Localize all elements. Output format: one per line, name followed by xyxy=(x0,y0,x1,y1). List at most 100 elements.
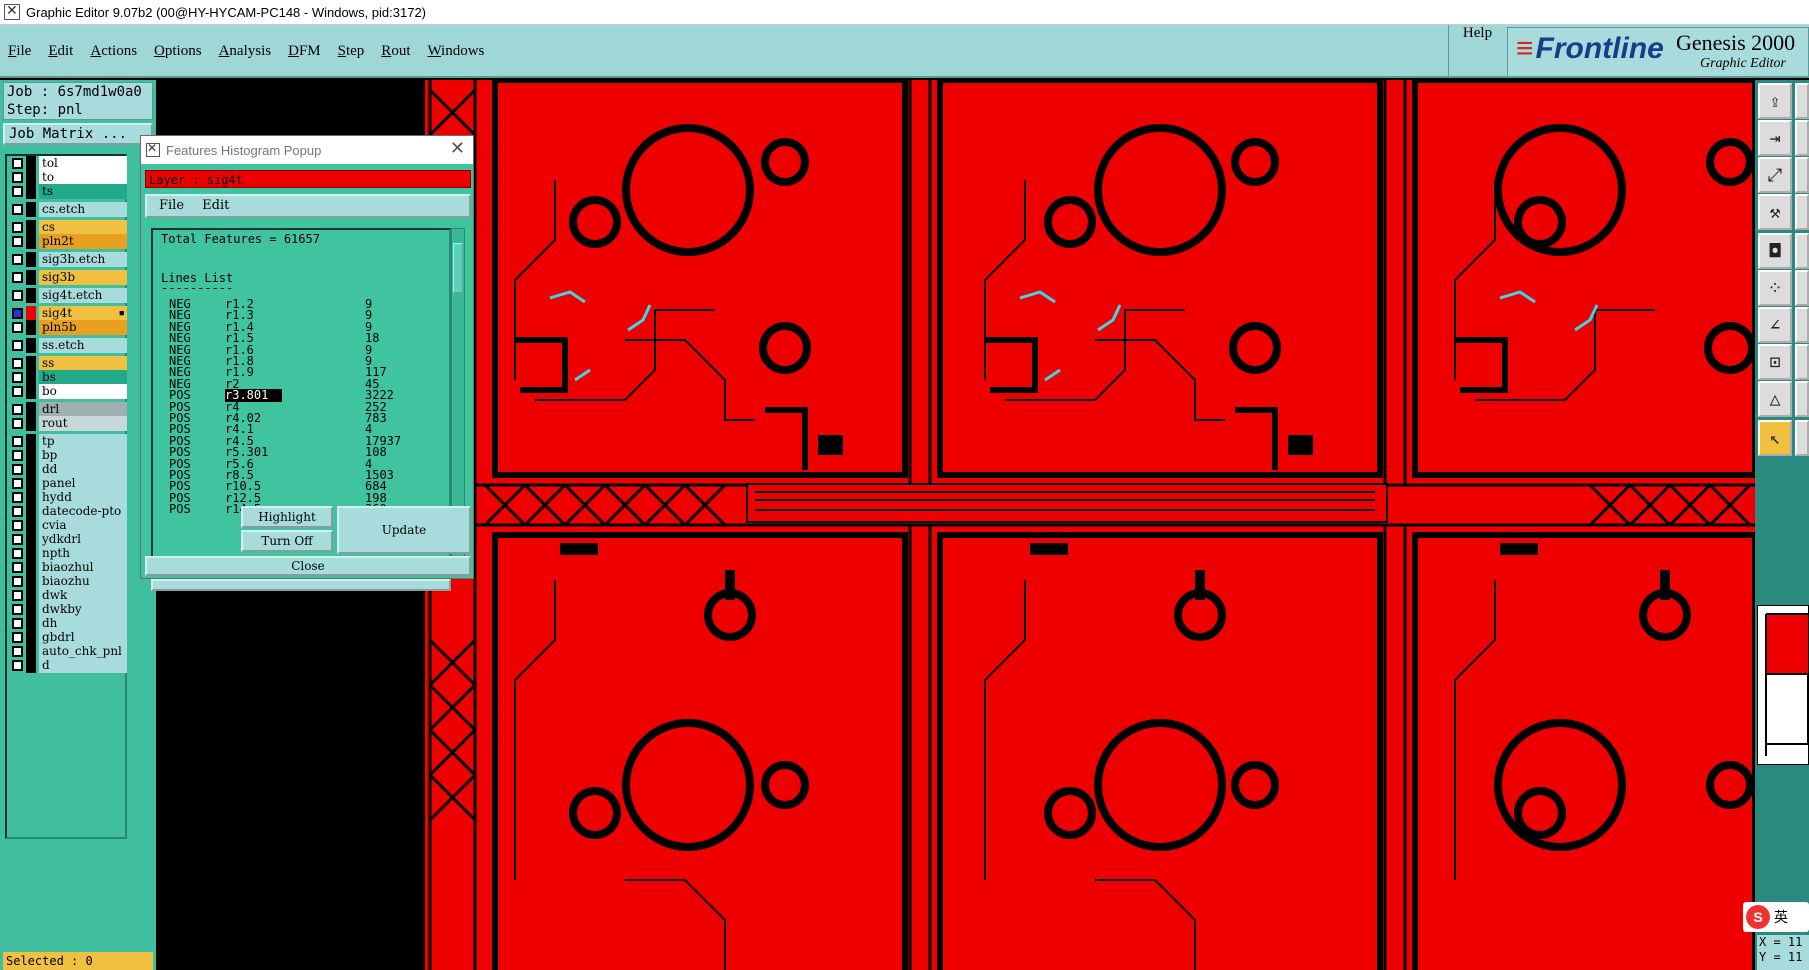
layer-checkbox[interactable] xyxy=(12,590,23,601)
layer-row-drl[interactable]: drl xyxy=(9,402,127,417)
layer-checkbox[interactable] xyxy=(12,464,23,475)
popup-menu-file[interactable]: File xyxy=(159,198,184,213)
tool-10-option[interactable] xyxy=(1795,420,1809,456)
layer-checkbox[interactable] xyxy=(12,158,23,169)
close-icon[interactable]: ✕ xyxy=(450,138,465,159)
layer-checkbox[interactable] xyxy=(12,404,23,415)
tool-1-option[interactable] xyxy=(1795,83,1809,119)
layer-checkbox[interactable] xyxy=(12,172,23,183)
layer-row-pln2t[interactable]: pln2t xyxy=(9,234,127,249)
layer-checkbox[interactable] xyxy=(12,492,23,503)
layer-checkbox[interactable] xyxy=(12,618,23,629)
tool-4-option[interactable] xyxy=(1795,194,1809,230)
layer-row-gbdrl[interactable]: gbdrl xyxy=(9,630,127,645)
layer-checkbox[interactable] xyxy=(12,548,23,559)
scroll-thumb[interactable] xyxy=(453,243,463,293)
layer-row-biaozhu[interactable]: biaozhu xyxy=(9,574,127,589)
layer-row-sig3b.etch[interactable]: sig3b.etch xyxy=(9,252,127,267)
layer-row-npth[interactable]: npth xyxy=(9,546,127,561)
tool-8-option[interactable] xyxy=(1795,344,1809,380)
tool-7-icon[interactable]: ∠ xyxy=(1758,307,1792,343)
layer-row-rout[interactable]: rout xyxy=(9,416,127,431)
layer-checkbox[interactable] xyxy=(12,562,23,573)
tool-6-icon[interactable]: ⁘ xyxy=(1758,270,1792,306)
layer-row-ts[interactable]: ts xyxy=(9,184,127,199)
tool-4-icon[interactable]: ⚒ xyxy=(1758,194,1792,230)
layer-row-ydkdrl[interactable]: ydkdrl xyxy=(9,532,127,547)
layer-checkbox[interactable] xyxy=(12,660,23,671)
graphic-canvas[interactable] xyxy=(425,80,1755,970)
layer-row-tp[interactable]: tp xyxy=(9,434,127,449)
layer-checkbox[interactable] xyxy=(12,506,23,517)
layer-row-auto_chk_pnl[interactable]: auto_chk_pnl xyxy=(9,644,127,659)
layer-checkbox[interactable] xyxy=(12,632,23,643)
menu-options[interactable]: Options xyxy=(154,43,202,60)
layer-checkbox[interactable] xyxy=(12,290,23,301)
layer-row-panel[interactable]: panel xyxy=(9,476,127,491)
layer-checkbox[interactable] xyxy=(12,222,23,233)
layer-row-to[interactable]: to xyxy=(9,170,127,185)
tool-8-icon[interactable]: ⊡ xyxy=(1758,344,1792,380)
layer-checkbox[interactable] xyxy=(12,372,23,383)
menu-edit[interactable]: Edit xyxy=(48,43,73,60)
layer-row-hydd[interactable]: hydd xyxy=(9,490,127,505)
layer-row-d[interactable]: d xyxy=(9,658,127,673)
layer-checkbox[interactable] xyxy=(12,236,23,247)
menu-dfm[interactable]: DFM xyxy=(288,43,321,60)
horizontal-scrollbar[interactable] xyxy=(151,579,451,591)
layer-checkbox[interactable] xyxy=(12,358,23,369)
menu-file[interactable]: File xyxy=(8,43,31,60)
tool-5-option[interactable] xyxy=(1795,233,1809,269)
ime-indicator[interactable]: S 英 xyxy=(1743,902,1809,932)
layer-checkbox[interactable] xyxy=(12,520,23,531)
layer-checkbox[interactable] xyxy=(12,254,23,265)
popup-titlebar[interactable]: Features Histogram Popup ✕ xyxy=(141,136,473,164)
layer-checkbox[interactable] xyxy=(12,386,23,397)
tool-1-icon[interactable]: ⇪ xyxy=(1758,83,1792,119)
tool-5-icon[interactable]: ◘ xyxy=(1758,233,1792,269)
layer-checkbox[interactable] xyxy=(12,478,23,489)
layer-row-sig4t.etch[interactable]: sig4t.etch xyxy=(9,288,127,303)
layer-checkbox[interactable] xyxy=(12,186,23,197)
menu-actions[interactable]: Actions xyxy=(90,43,137,60)
layer-row-tol[interactable]: tol xyxy=(9,156,127,171)
menu-analysis[interactable]: Analysis xyxy=(219,43,272,60)
tool-9-icon[interactable]: △ xyxy=(1758,381,1792,417)
layer-checkbox[interactable] xyxy=(12,576,23,587)
job-matrix-button[interactable]: Job Matrix ... xyxy=(3,123,153,145)
layer-row-cs.etch[interactable]: cs.etch xyxy=(9,202,127,217)
layer-row-cvia[interactable]: cvia xyxy=(9,518,127,533)
layer-row-bs[interactable]: bs xyxy=(9,370,127,385)
layer-checkbox[interactable] xyxy=(12,604,23,615)
menu-step[interactable]: Step xyxy=(338,43,365,60)
layer-row-dwkby[interactable]: dwkby xyxy=(9,602,127,617)
layer-row-dd[interactable]: dd xyxy=(9,462,127,477)
mini-map[interactable] xyxy=(1757,605,1809,765)
layer-row-ss[interactable]: ss xyxy=(9,356,127,371)
help-menu[interactable]: Help xyxy=(1448,25,1506,78)
layer-row-pln5b[interactable]: pln5b xyxy=(9,320,127,335)
tool-6-option[interactable] xyxy=(1795,270,1809,306)
highlight-button[interactable]: Highlight xyxy=(241,506,333,528)
layer-checkbox[interactable] xyxy=(12,322,23,333)
tool-10-icon[interactable]: ↖ xyxy=(1758,420,1792,456)
tool-9-option[interactable] xyxy=(1795,381,1809,417)
layer-checkbox[interactable] xyxy=(12,418,23,429)
layer-row-sig4t[interactable]: sig4t ▪ xyxy=(9,306,127,321)
layer-row-bp[interactable]: bp xyxy=(9,448,127,463)
layer-row-dwk[interactable]: dwk xyxy=(9,588,127,603)
layer-checkbox[interactable] xyxy=(12,340,23,351)
layer-checkbox[interactable] xyxy=(12,436,23,447)
tool-2-option[interactable] xyxy=(1795,120,1809,156)
layer-row-cs[interactable]: cs xyxy=(9,220,127,235)
popup-menu-edit[interactable]: Edit xyxy=(202,198,229,213)
layer-row-ss.etch[interactable]: ss.etch xyxy=(9,338,127,353)
layer-checkbox[interactable] xyxy=(12,272,23,283)
layer-row-bo[interactable]: bo xyxy=(9,384,127,399)
menu-rout[interactable]: Rout xyxy=(381,43,410,60)
layer-row-datecode-pto[interactable]: datecode-pto xyxy=(9,504,127,519)
update-button[interactable]: Update xyxy=(337,506,471,554)
tool-3-icon[interactable]: ⤢ xyxy=(1758,157,1792,193)
layer-row-sig3b[interactable]: sig3b xyxy=(9,270,127,285)
tool-3-option[interactable] xyxy=(1795,157,1809,193)
